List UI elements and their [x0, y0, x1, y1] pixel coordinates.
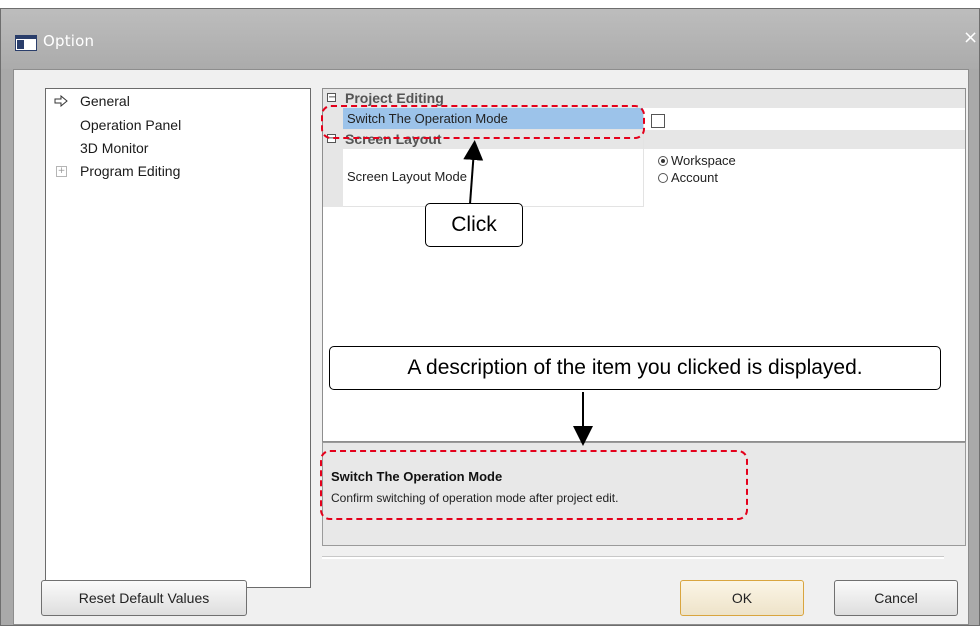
annotation-arrows	[463, 140, 593, 446]
description-callout: A description of the item you clicked is…	[329, 346, 941, 390]
arrow-up-icon	[463, 140, 484, 205]
click-callout: Click	[425, 203, 523, 247]
